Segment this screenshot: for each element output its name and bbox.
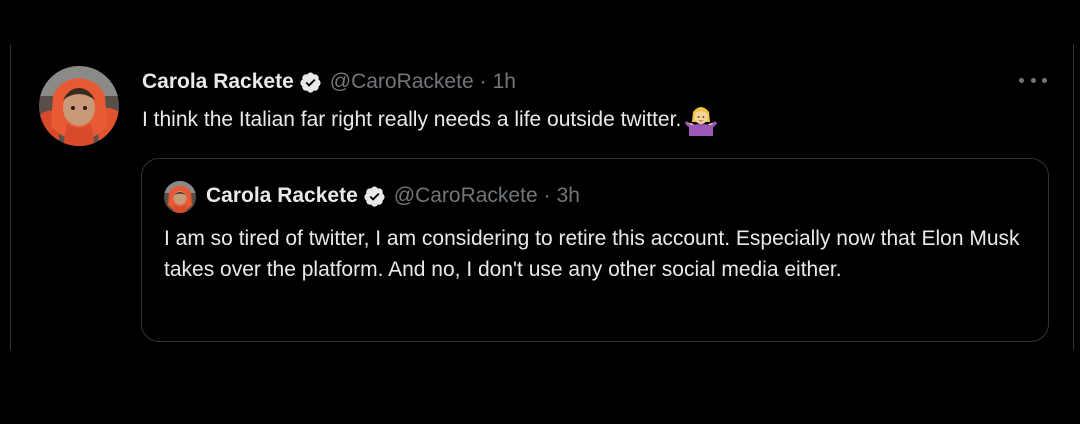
tweet-text: I think the Italian far right really nee… [142,108,682,131]
author-avatar[interactable] [39,66,119,146]
tweet-timestamp[interactable]: 1h [493,68,516,96]
quoted-author-name[interactable]: Carola Rackete [206,181,358,211]
author-name[interactable]: Carola Rackete [142,68,294,96]
header-separator: · [479,70,487,93]
quoted-verified-badge-icon [363,185,386,208]
person-shrugging-emoji-icon [684,104,718,136]
quoted-tweet-header: Carola Rackete @CaroRackete · 3h [206,181,580,211]
author-handle[interactable]: @CaroRackete [330,68,474,96]
tweet-text-row: I think the Italian far right really nee… [142,104,718,136]
quoted-tweet-timestamp[interactable]: 3h [557,181,580,211]
quoted-header-separator: · [543,184,551,207]
verified-badge-icon [299,71,322,94]
tweet-card[interactable]: Carola Rackete @CaroRackete · 1h I think… [10,44,1074,350]
tweet-header: Carola Rackete @CaroRackete · 1h [142,68,516,96]
quoted-tweet-text: I am so tired of twitter, I am consideri… [164,227,1020,281]
quoted-tweet[interactable]: Carola Rackete @CaroRackete · 3h I am so… [141,158,1049,342]
quoted-author-avatar[interactable] [164,181,196,213]
quoted-author-handle[interactable]: @CaroRackete [394,181,538,211]
more-options-icon[interactable] [1019,68,1047,92]
